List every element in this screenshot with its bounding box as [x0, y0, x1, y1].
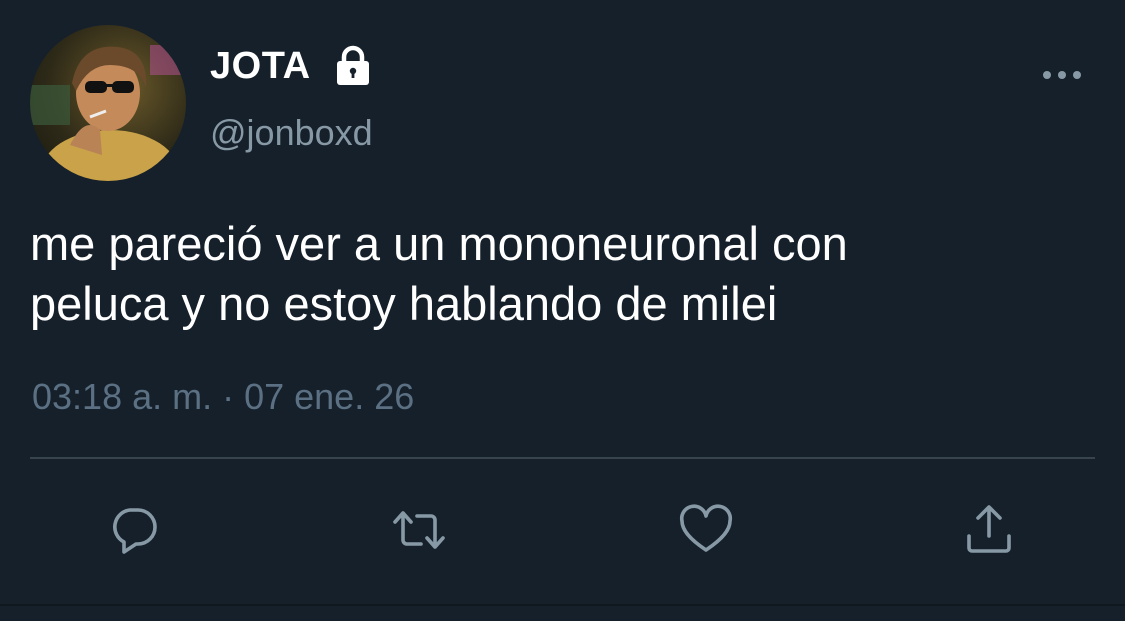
lock-icon	[331, 44, 375, 88]
avatar-photo	[30, 25, 186, 181]
speech-bubble-icon	[113, 508, 157, 554]
avatar[interactable]	[30, 25, 186, 181]
retweet-button[interactable]	[389, 500, 449, 560]
tweet-text: me pareció ver a un mononeuronal con pel…	[30, 217, 848, 330]
author-row: JOTA	[210, 44, 375, 88]
share-button[interactable]	[959, 500, 1019, 560]
user-handle[interactable]: @jonboxd	[210, 111, 373, 155]
like-button[interactable]	[676, 500, 736, 560]
heart-icon	[679, 504, 733, 552]
share-upload-icon	[967, 505, 1011, 553]
tweet-card: JOTA @jonboxd me pareció ver a un monone…	[0, 0, 1125, 621]
display-name[interactable]: JOTA	[210, 44, 311, 88]
bottom-divider	[0, 604, 1125, 606]
divider	[30, 457, 1095, 459]
tweet-timestamp[interactable]: 03:18 a. m. · 07 ene. 26	[32, 374, 414, 420]
reply-button[interactable]	[104, 500, 164, 560]
more-horizontal-icon[interactable]	[1040, 60, 1084, 90]
retweet-icon	[393, 511, 445, 549]
